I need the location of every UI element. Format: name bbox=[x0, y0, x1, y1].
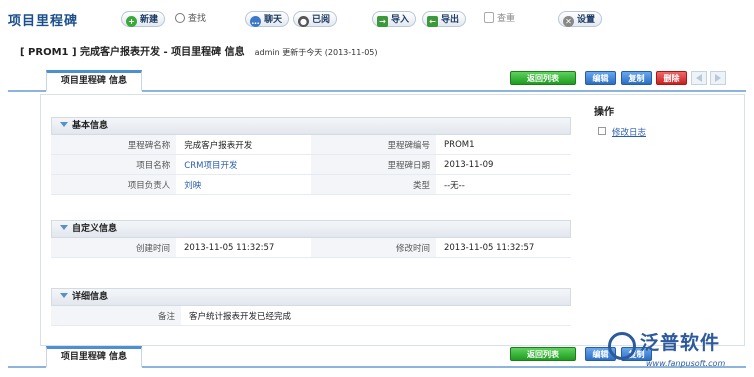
basic-info-section: 基本信息 里程碑名称 完成客户报表开发 里程碑编号 PROM1 项目名称 CRM… bbox=[51, 117, 571, 195]
find-label: 查找 bbox=[188, 14, 207, 24]
field-label: 项目负责人 bbox=[51, 174, 177, 195]
field-label: 里程碑编号 bbox=[310, 135, 437, 155]
table-row: 备注 客户统计报表开发已经完成 bbox=[51, 306, 571, 326]
detail-info-header[interactable]: 详细信息 bbox=[51, 288, 571, 306]
chat-label: 聊天 bbox=[264, 15, 283, 25]
record-meta: admin 更新于今天 (2013-11-05) bbox=[254, 48, 378, 57]
bullet-icon bbox=[598, 127, 606, 135]
top-toolbar: 项目里程碑 + 新建 查找 … 聊天 ● 已阅 → 导入 ← 导出 查重 ✕ 设置 bbox=[0, 0, 754, 36]
read-button[interactable]: ● 已阅 bbox=[293, 11, 338, 27]
watermark-url: www.fanpusoft.com bbox=[646, 359, 726, 368]
sidebar-title: 操作 bbox=[594, 107, 614, 118]
collapse-caret-icon bbox=[60, 122, 68, 127]
import-label: 导入 bbox=[391, 15, 410, 25]
search-icon bbox=[175, 13, 185, 23]
back-to-list-button[interactable]: 返回列表 bbox=[510, 71, 576, 85]
basic-info-header[interactable]: 基本信息 bbox=[51, 117, 571, 135]
detail-info-table: 备注 客户统计报表开发已经完成 bbox=[51, 306, 571, 326]
field-label: 项目名称 bbox=[51, 154, 177, 175]
project-link[interactable]: CRM项目开发 bbox=[176, 154, 311, 175]
custom-info-table: 创建时间 2013-11-05 11:32:57 修改时间 2013-11-05… bbox=[51, 238, 571, 258]
field-value: 2013-11-05 11:32:57 bbox=[176, 238, 311, 258]
find-button[interactable]: 查找 bbox=[175, 11, 206, 27]
new-label: 新建 bbox=[140, 15, 159, 25]
chat-button[interactable]: … 聊天 bbox=[245, 11, 290, 27]
detail-info-section: 详细信息 备注 客户统计报表开发已经完成 bbox=[51, 288, 571, 326]
tools-icon: ✕ bbox=[563, 16, 574, 27]
arrow-left-icon bbox=[696, 74, 702, 82]
previous-record-button[interactable] bbox=[691, 71, 707, 85]
watermark-brand: 泛普软件 bbox=[640, 332, 721, 354]
record-title: [ PROM1 ] 完成客户报表开发 - 项目里程碑 信息 admin 更新于今天… bbox=[20, 43, 378, 58]
record-heading: [ PROM1 ] 完成客户报表开发 - 项目里程碑 信息 bbox=[20, 47, 245, 58]
brand-logo-icon bbox=[608, 332, 636, 360]
tab-info-bottom[interactable]: 项目里程碑 信息 bbox=[46, 346, 142, 368]
settings-label: 设置 bbox=[577, 15, 596, 25]
field-label: 修改时间 bbox=[310, 238, 436, 258]
document-icon bbox=[484, 12, 494, 23]
collapse-caret-icon bbox=[60, 225, 68, 230]
export-button[interactable]: ← 导出 bbox=[422, 11, 467, 27]
plus-icon: + bbox=[126, 16, 137, 27]
sidebar-item-change-log[interactable]: 修改日志 bbox=[598, 126, 646, 138]
field-label: 创建时间 bbox=[51, 238, 176, 258]
import-button[interactable]: → 导入 bbox=[372, 11, 417, 27]
custom-info-title: 自定义信息 bbox=[72, 224, 118, 234]
field-label: 备注 bbox=[51, 306, 181, 326]
export-label: 导出 bbox=[441, 15, 460, 25]
basic-info-title: 基本信息 bbox=[72, 121, 109, 131]
change-log-link[interactable]: 修改日志 bbox=[612, 128, 646, 138]
brand-watermark: 泛普软件 www.fanpusoft.com bbox=[602, 326, 754, 377]
custom-info-header[interactable]: 自定义信息 bbox=[51, 220, 571, 238]
eye-icon: ● bbox=[298, 16, 309, 27]
new-button[interactable]: + 新建 bbox=[121, 11, 166, 27]
table-row: 项目名称 CRM项目开发 里程碑日期 2013-11-09 bbox=[51, 154, 571, 175]
field-value: 2013-11-05 11:32:57 bbox=[435, 238, 571, 258]
field-value: 客户统计报表开发已经完成 bbox=[181, 306, 571, 326]
back-to-list-button-bottom[interactable]: 返回列表 bbox=[510, 347, 576, 361]
field-value: --无-- bbox=[436, 174, 571, 195]
basic-info-table: 里程碑名称 完成客户报表开发 里程碑编号 PROM1 项目名称 CRM项目开发 … bbox=[51, 135, 571, 195]
next-record-button[interactable] bbox=[710, 71, 726, 85]
operations-sidebar: 操作 修改日志 bbox=[594, 103, 646, 138]
copy-button[interactable]: 复制 bbox=[621, 71, 652, 85]
arrow-right-icon bbox=[715, 74, 721, 82]
dedupe-button[interactable]: 查重 bbox=[484, 11, 515, 27]
field-label: 里程碑日期 bbox=[310, 154, 437, 175]
table-row: 创建时间 2013-11-05 11:32:57 修改时间 2013-11-05… bbox=[51, 238, 571, 258]
owner-link[interactable]: 刘映 bbox=[176, 174, 311, 195]
edit-button[interactable]: 编辑 bbox=[585, 71, 616, 85]
read-label: 已阅 bbox=[312, 15, 331, 25]
field-value: 完成客户报表开发 bbox=[176, 135, 311, 155]
collapse-caret-icon bbox=[60, 293, 68, 298]
field-label: 类型 bbox=[310, 174, 437, 195]
table-row: 里程碑名称 完成客户报表开发 里程碑编号 PROM1 bbox=[51, 135, 571, 155]
delete-button[interactable]: 删除 bbox=[656, 71, 687, 85]
custom-info-section: 自定义信息 创建时间 2013-11-05 11:32:57 修改时间 2013… bbox=[51, 220, 571, 258]
dedupe-label: 查重 bbox=[497, 14, 516, 24]
field-value: PROM1 bbox=[436, 135, 571, 155]
top-tab-row: 项目里程碑 信息 返回列表 编辑 复制 删除 bbox=[8, 68, 746, 92]
import-icon: → bbox=[377, 16, 388, 27]
export-icon: ← bbox=[427, 16, 438, 27]
field-label: 里程碑名称 bbox=[51, 135, 177, 155]
settings-button[interactable]: ✕ 设置 bbox=[558, 11, 603, 27]
field-value: 2013-11-09 bbox=[436, 154, 571, 175]
chat-icon: … bbox=[250, 16, 261, 27]
table-row: 项目负责人 刘映 类型 --无-- bbox=[51, 174, 571, 195]
tab-info[interactable]: 项目里程碑 信息 bbox=[46, 70, 142, 92]
app-title: 项目里程碑 bbox=[8, 14, 79, 29]
detail-info-title: 详细信息 bbox=[72, 292, 109, 302]
